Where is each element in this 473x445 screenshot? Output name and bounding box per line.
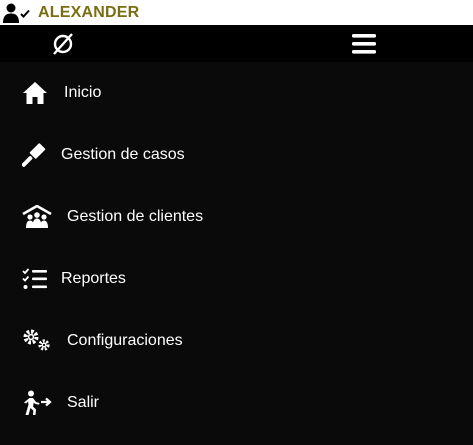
nav-item-label: Configuraciones — [67, 332, 183, 349]
top-bar — [0, 25, 473, 62]
user-check-icon — [3, 2, 33, 24]
sidebar-nav: Inicio Gestion de casos Gestion de clien… — [0, 62, 473, 434]
home-icon — [22, 81, 48, 105]
list-check-icon — [22, 268, 48, 290]
user-bar: ALEXANDER — [0, 0, 473, 25]
nav-item-gestion-clientes[interactable]: Gestion de clientes — [0, 186, 473, 248]
nav-item-gestion-casos[interactable]: Gestion de casos — [0, 124, 473, 186]
nav-item-reportes[interactable]: Reportes — [0, 248, 473, 310]
person-exit-icon — [22, 390, 52, 416]
nav-item-label: Reportes — [61, 270, 126, 287]
nav-item-label: Salir — [67, 394, 100, 411]
gears-icon — [22, 328, 52, 354]
nav-item-configuraciones[interactable]: Configuraciones — [0, 310, 473, 372]
hamburger-menu-icon[interactable] — [352, 33, 376, 55]
nav-item-label: Inicio — [64, 84, 102, 101]
people-roof-icon — [22, 205, 52, 229]
nav-item-inicio[interactable]: Inicio — [0, 62, 473, 124]
compass-slash-icon[interactable] — [51, 32, 75, 56]
user-name: ALEXANDER — [38, 3, 140, 21]
nav-item-label: Gestion de casos — [61, 146, 185, 163]
nav-item-label: Gestion de clientes — [67, 208, 204, 225]
gavel-icon — [22, 143, 48, 167]
nav-item-salir[interactable]: Salir — [0, 372, 473, 434]
